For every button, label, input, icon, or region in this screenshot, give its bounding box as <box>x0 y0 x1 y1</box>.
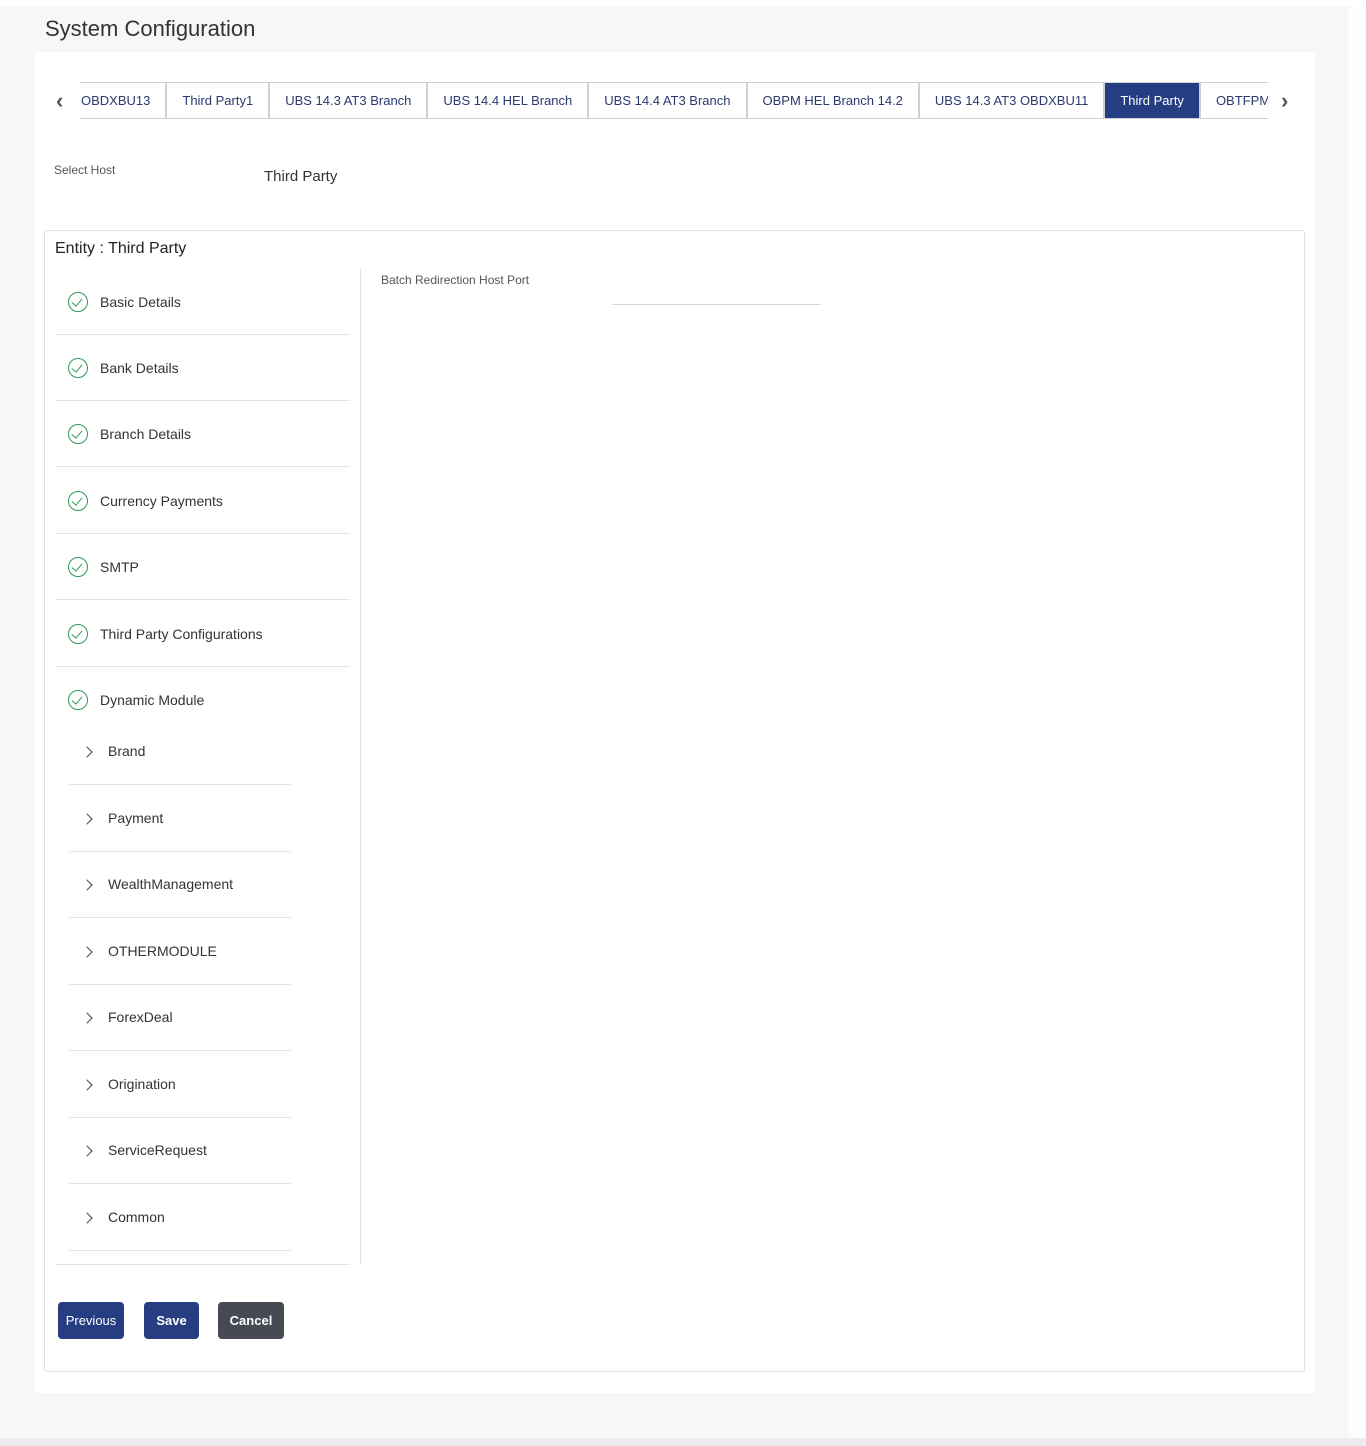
sub-item-label: WealthManagement <box>108 876 234 892</box>
tab-ubs-14-4-at3-branch[interactable]: UBS 14.4 AT3 Branch <box>589 83 748 118</box>
chevron-right-icon <box>81 746 93 758</box>
divider <box>69 1116 291 1118</box>
scrollbar-track[interactable] <box>1348 6 1366 1438</box>
nav-item-branch-details[interactable]: Branch Details <box>55 424 350 445</box>
sub-item-label: Brand <box>108 743 146 759</box>
entity-title: Entity : Third Party <box>55 240 187 257</box>
chevron-right-icon <box>81 879 93 891</box>
sub-item-label: Common <box>108 1208 165 1225</box>
check-circle-icon <box>68 424 88 444</box>
chevron-right-icon <box>81 1211 93 1224</box>
cancel-button[interactable]: Cancel <box>218 1302 284 1339</box>
chevron-right-icon <box>81 945 93 958</box>
page-title: System Configuration <box>45 16 256 41</box>
vertical-divider <box>360 268 361 1265</box>
chevron-right-icon <box>81 812 93 825</box>
divider <box>69 784 291 785</box>
sub-item-servicerequest[interactable]: ServiceRequest <box>69 1142 291 1162</box>
check-circle-icon <box>68 491 88 511</box>
tab-obpm-hel-branch-14-2[interactable]: OBPM HEL Branch 14.2 <box>748 83 920 118</box>
nav-item-currency-payments[interactable]: Currency Payments <box>55 491 350 512</box>
nav-item-basic-details[interactable]: Basic Details <box>55 292 350 313</box>
sub-item-label: ServiceRequest <box>108 1142 207 1158</box>
sub-item-origination[interactable]: Origination <box>69 1076 291 1096</box>
nav-item-label: Currency Payments <box>100 493 223 509</box>
select-host-label: Select Host <box>54 163 116 177</box>
chevron-right-icon <box>81 1145 93 1157</box>
divider <box>55 466 350 467</box>
check-circle-icon <box>68 557 88 577</box>
check-circle-icon <box>68 624 88 644</box>
nav-item-label: Third Party Configurations <box>100 626 263 642</box>
sub-item-label: OTHERMODULE <box>108 942 217 959</box>
batch-redirection-host-port-label: Batch Redirection Host Port <box>381 273 530 287</box>
host-tabs: OBDXBU13 Third Party1 UBS 14.3 AT3 Branch U… <box>80 82 1268 119</box>
nav-item-third-party-configurations[interactable]: Third Party Configurations <box>55 624 350 645</box>
chevron-right-icon <box>81 1078 93 1091</box>
entity-box <box>44 230 1305 1372</box>
divider <box>55 599 350 600</box>
sub-item-label: Origination <box>108 1075 176 1092</box>
tab-ubs-14-3-at3-branch[interactable]: UBS 14.3 AT3 Branch <box>270 83 429 118</box>
divider <box>69 1183 291 1184</box>
divider <box>69 850 291 852</box>
chevron-right-icon <box>81 1012 93 1024</box>
sub-item-forexdeal[interactable]: ForexDeal <box>69 1009 291 1029</box>
divider <box>55 1264 350 1265</box>
nav-item-smtp[interactable]: SMTP <box>55 557 350 578</box>
tab-third-party1[interactable]: Third Party1 <box>167 83 271 118</box>
nav-item-label: Dynamic Module <box>100 692 205 708</box>
chevron-left-icon[interactable]: ‹ <box>56 88 63 114</box>
divider <box>55 400 350 401</box>
divider <box>69 1249 291 1251</box>
bottom-strip <box>0 1438 1366 1446</box>
nav-item-label: Branch Details <box>100 426 192 442</box>
tab-ubs-14-4-hel-branch[interactable]: UBS 14.4 HEL Branch <box>428 83 590 118</box>
select-host-value: Third Party <box>264 168 338 185</box>
check-circle-icon <box>68 358 88 378</box>
top-strip <box>0 0 1366 6</box>
divider <box>69 917 291 918</box>
sub-item-brand[interactable]: Brand <box>69 743 291 763</box>
nav-item-bank-details[interactable]: Bank Details <box>55 358 350 379</box>
sub-item-wealthmanagement[interactable]: WealthManagement <box>69 876 291 896</box>
save-button[interactable]: Save <box>144 1302 199 1339</box>
divider <box>69 983 291 985</box>
divider <box>55 334 350 335</box>
sub-item-label: Payment <box>108 809 164 826</box>
divider <box>55 533 350 534</box>
check-circle-icon <box>68 292 88 312</box>
nav-item-label: Basic Details <box>100 294 181 310</box>
check-circle-icon <box>68 690 88 710</box>
tab-obdxbu13[interactable]: OBDXBU13 <box>80 83 168 118</box>
nav-item-dynamic-module[interactable]: Dynamic Module <box>55 690 350 711</box>
nav-item-label: Bank Details <box>100 360 179 376</box>
previous-button[interactable]: Previous <box>58 1302 124 1339</box>
tab-obtfpm-14-3[interactable]: OBTFPM 14.3 <box>1201 83 1268 118</box>
divider <box>55 666 350 667</box>
sub-item-common[interactable]: Common <box>69 1209 291 1229</box>
sub-item-othermodule[interactable]: OTHERMODULE <box>69 943 291 963</box>
nav-item-label: SMTP <box>100 559 139 575</box>
chevron-right-icon[interactable]: › <box>1281 88 1288 114</box>
tab-ubs-14-3-at3-obdxbu11[interactable]: UBS 14.3 AT3 OBDXBU11 <box>920 83 1106 118</box>
divider <box>69 1050 291 1051</box>
sub-item-payment[interactable]: Payment <box>69 810 291 830</box>
sub-item-label: ForexDeal <box>108 1009 173 1025</box>
tab-third-party[interactable]: Third Party <box>1105 83 1201 118</box>
batch-redirection-host-port-input[interactable] <box>612 284 821 305</box>
